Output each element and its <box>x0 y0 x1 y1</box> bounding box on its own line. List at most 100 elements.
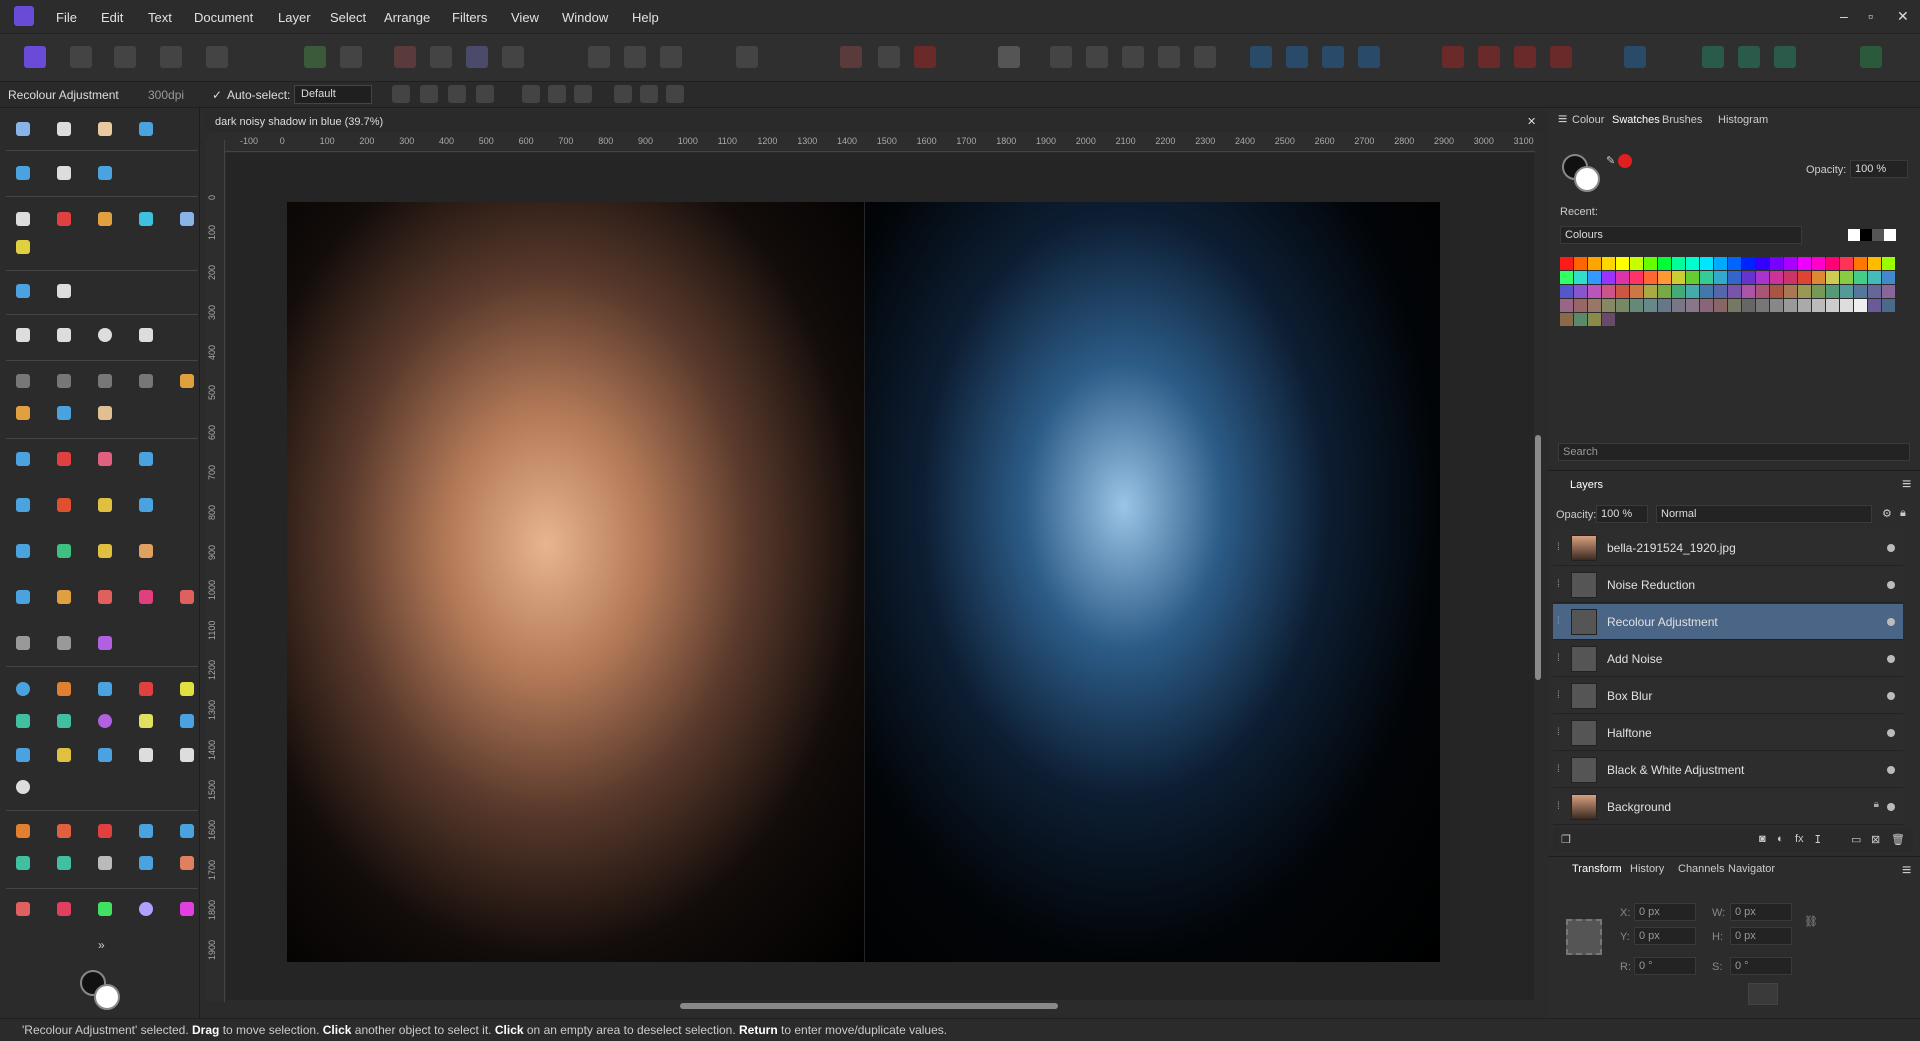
target-icon[interactable] <box>135 820 157 842</box>
align-center-icon[interactable] <box>548 85 566 103</box>
align-middle-icon[interactable] <box>640 85 658 103</box>
colour-swatch[interactable] <box>1742 257 1755 270</box>
elliptical-marquee-tool-icon[interactable] <box>53 370 75 392</box>
colour-swatch[interactable] <box>1714 285 1727 298</box>
quick-mask-icon[interactable] <box>736 46 758 68</box>
sun-icon[interactable] <box>53 678 75 700</box>
colour-swatch[interactable] <box>1770 285 1783 298</box>
selection-brush-tool-icon[interactable] <box>12 402 34 424</box>
original-photo[interactable] <box>287 202 864 962</box>
colour-swatch[interactable] <box>1714 299 1727 312</box>
secondary-colour-swatch[interactable] <box>1574 166 1600 192</box>
rectangle-tool-icon[interactable] <box>12 324 34 346</box>
colour-swatch[interactable] <box>1672 257 1685 270</box>
sharpen-tool-icon[interactable] <box>53 540 75 562</box>
colour-swatch[interactable] <box>1658 285 1671 298</box>
colour-swatch[interactable] <box>1560 313 1573 326</box>
stripes-icon[interactable] <box>94 852 116 874</box>
perspective-tool-icon[interactable] <box>12 632 34 654</box>
layer-row[interactable]: ⁞ Background 🔒︎ <box>1553 789 1903 825</box>
menu-layer[interactable]: Layer <box>278 10 311 25</box>
colour-swatch[interactable] <box>1644 257 1657 270</box>
colour-swatch[interactable] <box>1658 271 1671 284</box>
warp-brush-tool-icon[interactable] <box>94 632 116 654</box>
frame-text-tool-icon[interactable] <box>53 162 75 184</box>
blend-mode-dropdown[interactable]: Normal <box>1656 505 1872 523</box>
colour-swatch[interactable] <box>1560 257 1573 270</box>
pen-tool-icon[interactable] <box>12 208 34 230</box>
circle-gradient-icon[interactable] <box>135 898 157 920</box>
layer-row[interactable]: ⁞ Halftone <box>1553 715 1903 751</box>
layer-row[interactable]: ⁞ Box Blur <box>1553 678 1903 714</box>
column-marquee-tool-icon[interactable] <box>94 370 116 392</box>
search-input[interactable]: Search <box>1558 443 1910 461</box>
panel-menu-icon[interactable]: ≡ <box>1558 111 1567 129</box>
mesh-grid-icon[interactable] <box>12 852 34 874</box>
colour-swatch[interactable] <box>1644 299 1657 312</box>
layer-visibility-icon[interactable]: ⁞ <box>1557 801 1560 812</box>
transform-origin-icon[interactable] <box>392 85 410 103</box>
colour-swatch[interactable] <box>1784 271 1797 284</box>
colour-swatch[interactable] <box>1784 299 1797 312</box>
colour-swatch[interactable] <box>1756 299 1769 312</box>
colour-swatch[interactable] <box>1728 285 1741 298</box>
colour-swatch[interactable] <box>1672 271 1685 284</box>
colour-swatch[interactable] <box>1574 313 1587 326</box>
colour-swatch[interactable] <box>1770 271 1783 284</box>
colour-swatch[interactable] <box>1658 257 1671 270</box>
colour-swatch[interactable] <box>1840 285 1853 298</box>
colour-swatch[interactable] <box>1574 257 1587 270</box>
blue-shadow-photo[interactable] <box>865 202 1440 962</box>
colour-swatch[interactable] <box>1840 271 1853 284</box>
cube-icon[interactable] <box>94 678 116 700</box>
rounded-rectangle-tool-icon[interactable] <box>53 324 75 346</box>
layer-row[interactable]: ⁞ Add Noise <box>1553 641 1903 677</box>
square-green-icon[interactable] <box>94 898 116 920</box>
ring-icon[interactable] <box>94 710 116 732</box>
snapping-magnet-icon[interactable] <box>914 46 936 68</box>
colour-swatch[interactable] <box>1700 299 1713 312</box>
colour-swatch[interactable] <box>1854 257 1867 270</box>
colour-swatch[interactable] <box>1756 285 1769 298</box>
insert-top-icon[interactable] <box>1774 46 1796 68</box>
align-bottom-icon[interactable] <box>666 85 684 103</box>
boolean-subtract-icon[interactable] <box>1478 46 1500 68</box>
colour-swatch[interactable] <box>1812 285 1825 298</box>
affinity-photo-logo-icon[interactable] <box>14 6 34 26</box>
tone-mapping-persona-icon[interactable] <box>160 46 182 68</box>
picked-colour-swatch[interactable] <box>1618 154 1632 168</box>
colour-swatch[interactable] <box>1882 257 1895 270</box>
clone-tool-icon[interactable] <box>135 494 157 516</box>
snapping-icon[interactable] <box>304 46 326 68</box>
mesh-warp-tool-icon[interactable] <box>12 236 34 258</box>
add-mask-icon[interactable]: ◙ <box>1759 833 1766 845</box>
move-tool-icon[interactable] <box>12 118 34 140</box>
inpainting-tool-icon[interactable] <box>12 586 34 608</box>
burn-tool-icon[interactable] <box>53 494 75 516</box>
square-red-icon[interactable] <box>53 898 75 920</box>
colour-swatch[interactable] <box>1686 271 1699 284</box>
boolean-xor-icon[interactable] <box>1550 46 1572 68</box>
flood-fill-tool-icon[interactable] <box>12 448 34 470</box>
triangle-outline-icon[interactable] <box>176 744 198 766</box>
arrange-backward-icon[interactable] <box>1086 46 1108 68</box>
arrange-front-icon[interactable] <box>1158 46 1180 68</box>
concentric-icon[interactable] <box>176 820 198 842</box>
insert-behind-icon[interactable] <box>1738 46 1760 68</box>
photo-persona-icon[interactable] <box>24 46 46 68</box>
transform-menu-icon[interactable]: ≡ <box>1902 862 1911 880</box>
arrange-forward-icon[interactable] <box>1122 46 1144 68</box>
colour-swatch[interactable] <box>1854 299 1867 312</box>
layer-visibility-toggle[interactable] <box>1887 766 1895 774</box>
tab-colour[interactable]: Colour <box>1572 114 1604 126</box>
colour-swatch[interactable] <box>1588 313 1601 326</box>
background-erase-tool-icon[interactable] <box>135 448 157 470</box>
flood-select-tool-icon[interactable] <box>94 402 116 424</box>
link-proportions-icon[interactable]: ⛓︎ <box>1804 915 1818 928</box>
maximize-icon[interactable]: ▫ <box>1868 8 1873 24</box>
wave-icon[interactable] <box>94 744 116 766</box>
user-account-icon[interactable] <box>1860 46 1882 68</box>
colour-swatch[interactable] <box>1882 271 1895 284</box>
expand-tools-icon[interactable]: » <box>98 938 105 952</box>
colour-swatch[interactable] <box>1574 299 1587 312</box>
